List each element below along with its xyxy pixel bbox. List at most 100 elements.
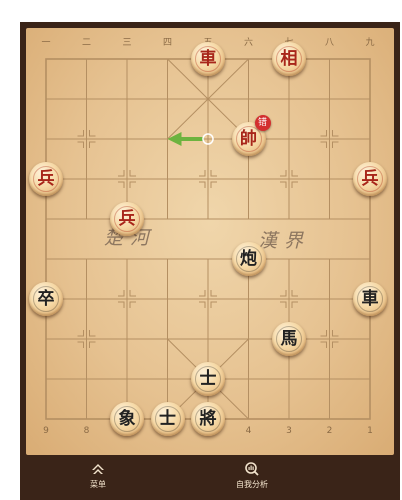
piece-glyph: 將 <box>199 408 217 429</box>
piece-red-chariot-top[interactable]: 車 <box>191 42 225 76</box>
position-marker <box>118 301 125 308</box>
position-marker <box>199 301 206 308</box>
position-marker <box>129 181 136 188</box>
piece-ring: 士 <box>195 366 221 392</box>
piece-black-general[interactable]: 將 <box>191 402 225 436</box>
position-marker <box>199 170 206 177</box>
piece-glyph: 馬 <box>280 328 298 349</box>
position-marker <box>118 170 125 177</box>
piece-red-minister[interactable]: 相 <box>272 42 306 76</box>
position-marker <box>210 290 217 297</box>
piece-glyph: 相 <box>280 48 298 69</box>
piece-glyph: 兵 <box>118 208 136 229</box>
position-marker <box>280 181 287 188</box>
piece-glyph: 兵 <box>361 168 379 189</box>
piece-black-advisor-lower[interactable]: 士 <box>150 402 185 436</box>
piece-ring: 將 <box>195 406 221 432</box>
menu-button[interactable]: 菜单 <box>68 461 128 497</box>
position-marker <box>320 141 327 148</box>
piece-black-elephant[interactable]: 象 <box>110 402 144 436</box>
file-label-bottom: 4 <box>245 426 252 436</box>
analysis-label: 自我分析 <box>236 480 268 489</box>
piece-black-cannon[interactable]: 炮 <box>231 242 266 276</box>
piece-red-general[interactable]: 帥错 <box>231 115 271 156</box>
position-marker <box>199 181 206 188</box>
file-label-top: 四 <box>162 38 172 48</box>
app: 一二三四五六七八九 987654321 楚河 漢界 車相帥错兵兵兵炮卒車馬士象士… <box>0 0 402 500</box>
position-marker <box>118 290 125 297</box>
position-marker <box>332 341 339 348</box>
piece-black-horse[interactable]: 馬 <box>272 322 306 356</box>
file-label-bottom: 9 <box>43 426 49 436</box>
piece-black-chariot[interactable]: 車 <box>353 282 387 316</box>
piece-ring: 卒 <box>33 286 59 312</box>
position-marker <box>129 290 136 297</box>
position-marker <box>291 301 298 308</box>
file-label-top: 六 <box>243 38 253 48</box>
position-marker <box>77 341 84 348</box>
file-label-bottom: 3 <box>286 426 292 436</box>
position-marker <box>280 290 287 297</box>
piece-ring: 車 <box>357 286 383 312</box>
file-label-top: 一 <box>41 38 51 48</box>
bottom-toolbar: 菜单 自我分析 <box>20 455 400 500</box>
piece-ring: 車 <box>195 46 221 72</box>
position-marker <box>89 130 96 137</box>
piece-ring: 馬 <box>276 326 302 352</box>
position-marker <box>291 290 298 297</box>
position-marker <box>129 170 136 177</box>
menu-icon <box>92 464 104 474</box>
menu-label: 菜单 <box>90 480 106 489</box>
piece-glyph: 士 <box>159 408 176 429</box>
piece-ring: 兵 <box>114 206 140 232</box>
piece-glyph: 兵 <box>37 168 55 189</box>
file-label-top: 九 <box>365 38 375 48</box>
piece-black-pawn[interactable]: 卒 <box>29 282 63 316</box>
piece-ring: 相 <box>276 46 302 72</box>
river-text-han-jie: 漢界 <box>258 230 311 252</box>
piece-glyph: 帥 <box>240 128 257 149</box>
piece-black-advisor-upper[interactable]: 士 <box>191 362 225 396</box>
position-marker <box>320 130 327 137</box>
position-marker <box>118 181 125 188</box>
piece-glyph: 炮 <box>240 248 257 269</box>
piece-red-soldier-left[interactable]: 兵 <box>29 162 63 196</box>
position-marker <box>332 330 339 337</box>
piece-glyph: 象 <box>118 408 136 429</box>
position-marker <box>210 181 217 188</box>
piece-red-soldier-center[interactable]: 兵 <box>110 202 144 236</box>
file-label-top: 二 <box>81 38 91 48</box>
xiangqi-board[interactable]: 一二三四五六七八九 987654321 楚河 漢界 車相帥错兵兵兵炮卒車馬士象士… <box>26 28 394 455</box>
position-marker <box>320 341 327 348</box>
position-marker <box>210 170 217 177</box>
position-marker <box>210 301 217 308</box>
position-marker <box>280 301 287 308</box>
piece-glyph: 車 <box>361 288 379 309</box>
analysis-icon <box>245 462 259 476</box>
position-marker <box>199 290 206 297</box>
position-marker <box>77 330 84 337</box>
position-marker <box>89 141 96 148</box>
position-marker <box>320 330 327 337</box>
file-label-top: 三 <box>122 38 132 48</box>
position-marker <box>280 170 287 177</box>
file-label-top: 八 <box>324 38 334 48</box>
position-marker <box>332 130 339 137</box>
mistake-badge: 错 <box>254 115 271 131</box>
position-marker <box>89 330 96 337</box>
piece-ring: 士 <box>154 406 181 432</box>
piece-ring: 兵 <box>357 166 383 192</box>
piece-glyph: 車 <box>199 48 217 69</box>
piece-red-soldier-right[interactable]: 兵 <box>353 162 387 196</box>
position-marker <box>129 301 136 308</box>
piece-glyph: 士 <box>199 368 217 389</box>
piece-glyph: 卒 <box>37 288 55 309</box>
piece-ring: 兵 <box>33 166 59 192</box>
position-marker <box>89 341 96 348</box>
self-analysis-button[interactable]: 自我分析 <box>222 461 282 497</box>
position-marker <box>291 170 298 177</box>
file-label-bottom: 2 <box>326 426 333 436</box>
file-label-bottom: 8 <box>83 426 90 436</box>
position-marker <box>77 130 84 137</box>
hint-arrow-head <box>167 132 182 146</box>
